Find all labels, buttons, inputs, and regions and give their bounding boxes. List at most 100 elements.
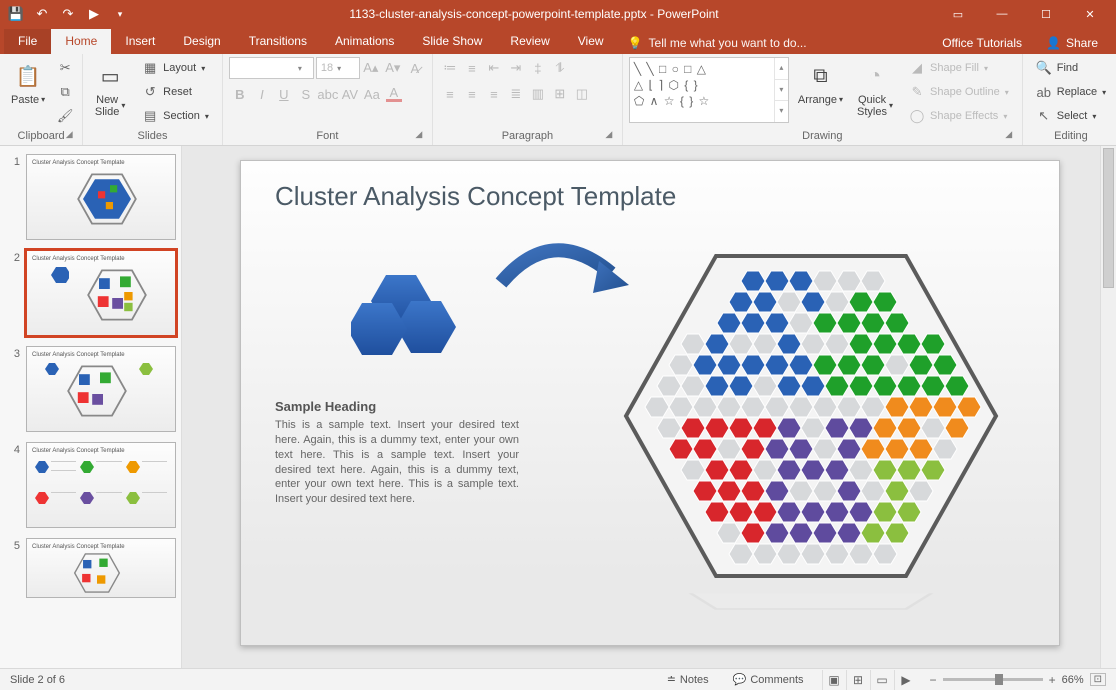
shadow-button[interactable]: S — [295, 83, 317, 105]
layout-button[interactable]: ▦Layout▾ — [135, 57, 216, 79]
slide-body-text: This is a sample text. Insert your desir… — [275, 418, 519, 507]
line-spacing-button[interactable]: ‡ — [527, 57, 549, 79]
ribbon-options-button[interactable]: ▭ — [936, 0, 980, 28]
sorter-view-button[interactable]: ⊞ — [846, 670, 870, 690]
indent-dec-button[interactable]: ⇤ — [483, 57, 505, 79]
quick-styles-button[interactable]: ◔ Quick Styles▾ — [852, 57, 898, 121]
font-launcher[interactable]: ◢ — [412, 129, 426, 143]
new-slide-button[interactable]: ▭ New Slide▾ — [89, 57, 131, 121]
share-icon: 👤 — [1046, 36, 1061, 50]
tell-me-search[interactable]: 💡 Tell me what you want to do... — [618, 32, 817, 54]
format-painter-button[interactable]: 🖌 — [54, 105, 76, 127]
slide-canvas[interactable]: Cluster Analysis Concept Template Sample… — [240, 160, 1060, 646]
shrink-font-button[interactable]: A▾ — [382, 57, 404, 79]
slideshow-view-button[interactable]: ▶ — [894, 670, 918, 690]
cut-button[interactable]: ✂ — [54, 57, 76, 79]
maximize-button[interactable]: ☐ — [1024, 0, 1068, 28]
font-color-button[interactable]: A — [383, 83, 405, 105]
shapes-gallery[interactable]: ╲ ╲ □ ○ □ △ △ ⌊ ⌉ ⬡ { } ⬠ ∧ ☆ { } ☆ ▴ ▾ … — [629, 57, 789, 123]
save-button[interactable]: 💾 — [4, 2, 28, 26]
workspace: 1 Cluster Analysis Concept Template 2 Cl… — [0, 146, 1116, 668]
indent-inc-button[interactable]: ⇥ — [505, 57, 527, 79]
shape-effects-button[interactable]: ◯Shape Effects▾ — [902, 105, 1016, 127]
gallery-up-button[interactable]: ▴ — [775, 58, 788, 80]
drawing-launcher[interactable]: ◢ — [1002, 129, 1016, 143]
font-size-combo[interactable]: 18▾ — [316, 57, 360, 79]
font-family-combo[interactable]: ▾ — [229, 57, 314, 79]
close-button[interactable]: ✕ — [1068, 0, 1112, 28]
align-left-button[interactable]: ≡ — [439, 83, 461, 105]
align-right-button[interactable]: ≡ — [483, 83, 505, 105]
shape-outline-button[interactable]: ✎Shape Outline▾ — [902, 81, 1016, 103]
tab-transitions[interactable]: Transitions — [235, 29, 321, 54]
normal-view-button[interactable]: ▣ — [822, 670, 846, 690]
select-button[interactable]: ↖Select▾ — [1029, 105, 1113, 127]
thumbnail-panel[interactable]: 1 Cluster Analysis Concept Template 2 Cl… — [0, 146, 182, 668]
justify-button[interactable]: ≣ — [505, 83, 527, 105]
redo-button[interactable]: ↷ — [56, 2, 80, 26]
case-button[interactable]: Aa — [361, 83, 383, 105]
tab-animations[interactable]: Animations — [321, 29, 408, 54]
paste-button[interactable]: 📋 Paste▾ — [6, 57, 50, 109]
tab-design[interactable]: Design — [169, 29, 234, 54]
tab-slideshow[interactable]: Slide Show — [408, 29, 496, 54]
share-button[interactable]: 👤Share — [1036, 32, 1108, 54]
italic-button[interactable]: I — [251, 83, 273, 105]
section-button[interactable]: ▤Section▾ — [135, 105, 216, 127]
slide-text-block[interactable]: Sample Heading This is a sample text. In… — [275, 399, 519, 507]
scrollbar-thumb[interactable] — [1103, 148, 1114, 288]
notes-button[interactable]: ≐Notes — [661, 671, 715, 688]
shape-fill-button[interactable]: ◢Shape Fill▾ — [902, 57, 1016, 79]
hex-diagram[interactable] — [581, 241, 1021, 621]
arrange-button[interactable]: ⧉ Arrange▾ — [793, 57, 848, 109]
slide-thumbnail-1[interactable]: Cluster Analysis Concept Template — [26, 154, 176, 240]
qat-customize-button[interactable]: ▾ — [108, 2, 132, 26]
reading-view-button[interactable]: ▭ — [870, 670, 894, 690]
reset-button[interactable]: ↺Reset — [135, 81, 216, 103]
group-slides: ▭ New Slide▾ ▦Layout▾ ↺Reset ▤Section▾ S… — [83, 54, 223, 145]
strike-button[interactable]: abc — [317, 83, 339, 105]
slide-title[interactable]: Cluster Analysis Concept Template — [275, 181, 676, 212]
clipboard-launcher[interactable]: ◢ — [62, 129, 76, 143]
align-text-button[interactable]: ⊞ — [549, 83, 571, 105]
find-button[interactable]: 🔍Find — [1029, 57, 1113, 79]
tab-view[interactable]: View — [564, 29, 618, 54]
slide-count-label[interactable]: Slide 2 of 6 — [10, 674, 65, 686]
gallery-down-button[interactable]: ▾ — [775, 80, 788, 102]
zoom-level-label[interactable]: 66% — [1062, 674, 1084, 686]
slide-thumbnail-5[interactable]: Cluster Analysis Concept Template — [26, 538, 176, 598]
slide-thumbnail-3[interactable]: Cluster Analysis Concept Template — [26, 346, 176, 432]
bold-button[interactable]: B — [229, 83, 251, 105]
tab-review[interactable]: Review — [496, 29, 563, 54]
bullets-button[interactable]: ≔ — [439, 57, 461, 79]
grow-font-button[interactable]: A▴ — [360, 57, 382, 79]
spacing-button[interactable]: AV — [339, 83, 361, 105]
fit-to-window-button[interactable]: ⊡ — [1090, 673, 1106, 686]
slide-thumbnail-2[interactable]: Cluster Analysis Concept Template — [26, 250, 176, 336]
tab-home[interactable]: Home — [51, 29, 111, 54]
zoom-out-button[interactable]: − — [930, 673, 937, 687]
text-direction-button[interactable]: ⥮ — [549, 57, 571, 79]
comments-button[interactable]: 💬Comments — [727, 671, 810, 688]
editor-vertical-scrollbar[interactable] — [1100, 146, 1116, 668]
undo-button[interactable]: ↶ — [30, 2, 54, 26]
tab-file[interactable]: File — [4, 29, 51, 54]
gallery-more-button[interactable]: ▾ — [775, 101, 788, 122]
minimize-button[interactable]: — — [980, 0, 1024, 28]
tab-insert[interactable]: Insert — [111, 29, 169, 54]
slide-editor[interactable]: Cluster Analysis Concept Template Sample… — [182, 146, 1116, 668]
zoom-slider[interactable] — [943, 678, 1043, 681]
start-from-beginning-button[interactable]: ▶ — [82, 2, 106, 26]
replace-button[interactable]: abReplace▾ — [1029, 81, 1113, 103]
columns-button[interactable]: ▥ — [527, 83, 549, 105]
slide-thumbnail-4[interactable]: Cluster Analysis Concept Template — [26, 442, 176, 528]
align-center-button[interactable]: ≡ — [461, 83, 483, 105]
smartart-button[interactable]: ◫ — [571, 83, 593, 105]
office-tutorials-link[interactable]: Office Tutorials — [932, 32, 1032, 54]
numbering-button[interactable]: ≡ — [461, 57, 483, 79]
clear-format-button[interactable]: A̷ — [404, 57, 426, 79]
underline-button[interactable]: U — [273, 83, 295, 105]
copy-button[interactable]: ⧉ — [54, 81, 76, 103]
zoom-in-button[interactable]: + — [1049, 673, 1056, 687]
paragraph-launcher[interactable]: ◢ — [602, 129, 616, 143]
